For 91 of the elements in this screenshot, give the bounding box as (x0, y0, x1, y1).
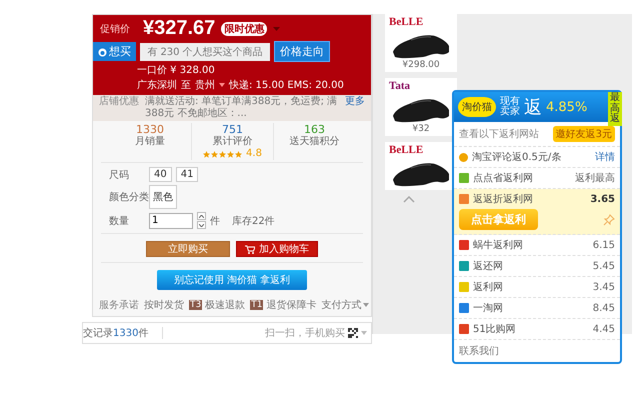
stat-value: 163 (304, 123, 325, 136)
rebate-value: 6.15 (592, 240, 615, 250)
promo-badge: 限时优惠 (221, 22, 268, 36)
size-option[interactable]: 40 (149, 167, 172, 182)
brand-logo: BeLLE (388, 16, 424, 28)
rebate-site-row[interactable]: 51比购网 4.45 (454, 319, 620, 340)
caret-icon (219, 83, 225, 87)
chevron-up-icon (403, 196, 415, 203)
pin-icon (603, 214, 615, 226)
product-card[interactable]: BeLLE ¥298.00 (385, 14, 457, 72)
site-name: 淘宝评论返0.5元/条 (472, 150, 562, 164)
rebate-rate: 4.85% (546, 100, 588, 114)
original-price: 一口价 ¥ 328.00 (137, 64, 215, 77)
color-option[interactable]: 黑色 (149, 185, 177, 210)
promo-label: 店铺优惠 (99, 96, 139, 108)
stat-label: 送天猫积分 (290, 136, 340, 148)
rebate-value: 3.45 (592, 282, 615, 292)
want-button[interactable]: 想买 (93, 42, 136, 61)
intro-text: 查看以下返利网站 (459, 128, 539, 141)
headline-text: 现有 (500, 96, 520, 106)
promo-text: 满就送活动: 单笔订单满388元，免运费; 满388元 不免邮地区：... (145, 96, 338, 120)
stat-value: 751 (222, 123, 243, 136)
qr-code-icon (348, 328, 358, 338)
rebate-site-row[interactable]: 蜗牛返利网 6.15 (454, 235, 620, 256)
rebate-value[interactable]: 详情 (595, 150, 615, 164)
rebate-value: 4.45 (592, 324, 615, 334)
more-link[interactable]: 更多 (345, 96, 365, 108)
chevron-up-icon (199, 214, 204, 218)
rebate-value: 5.45 (592, 260, 615, 272)
product-price: ¥298.00 (402, 60, 440, 70)
rebate-value: 8.45 (592, 302, 615, 314)
quantity-label: 数量 (109, 214, 130, 228)
rebate-site-row[interactable]: 返利网 3.45 (454, 277, 620, 298)
caret-icon (363, 303, 370, 308)
size-option[interactable]: 41 (176, 167, 198, 182)
site-name: 蜗牛返利网 (473, 238, 523, 252)
rebate-value: 3.65 (590, 194, 615, 204)
product-card[interactable]: Tata ¥32 (385, 78, 457, 136)
stat-value: 1330 (136, 123, 164, 136)
price-trend-button[interactable]: 价格走向 (274, 41, 330, 62)
site-name: 一淘网 (473, 302, 503, 315)
site-name: 返利网 (473, 280, 503, 294)
brand-logo: BeLLE (388, 144, 424, 156)
corner-ribbon: 最高返 (608, 92, 622, 126)
color-label: 颜色分类 (109, 190, 149, 204)
chevron-down-icon (199, 224, 204, 227)
service-text: 退货保障卡 (266, 298, 316, 312)
ship-to-word: 至 (181, 79, 191, 92)
rebate-site-row[interactable]: 返还网 5.45 (454, 256, 620, 277)
add-to-cart-button[interactable]: 加入购物车 (236, 241, 318, 258)
service-text: 按时发货 (144, 298, 184, 312)
payment-methods-link[interactable]: 支付方式 (321, 298, 362, 312)
headline-text: 卖家 (500, 107, 520, 118)
ship-to-dropdown[interactable]: 贵州 (195, 78, 215, 92)
rating-score: 4.8 (246, 148, 262, 160)
rebate-value: 返利最高 (575, 172, 615, 185)
shipping-fees: 快递: 15.00 EMS: 20.00 (229, 78, 344, 92)
stock-text: 库存22件 (232, 214, 275, 228)
caret-icon (361, 331, 367, 336)
site-name: 点点省返利网 (473, 172, 533, 185)
headline-big-text: 返 (524, 96, 542, 119)
want-count-text: 有 230 个人想买这个商品 (140, 42, 270, 60)
size-label: 尺码 (109, 168, 130, 182)
scan-text: 扫一扫，手机购买 (265, 326, 345, 340)
unit-text: 件 (210, 214, 220, 228)
site-name: 返还网 (473, 260, 503, 273)
ship-from: 广东深圳 (137, 78, 177, 92)
rebate-site-row[interactable]: 淘宝评论返0.5元/条 详情 (454, 147, 620, 168)
site-name: 51比购网 (473, 322, 516, 336)
service-text: 极速退款 (205, 298, 246, 312)
product-price: ¥32 (412, 124, 430, 134)
invite-button[interactable]: 邀好友返3元 (552, 126, 615, 142)
caret-icon (273, 26, 280, 30)
quantity-field[interactable]: 1 (149, 212, 193, 229)
brand-logo: Tata (388, 80, 410, 92)
contact-link[interactable]: 联系我们 (454, 340, 620, 362)
service-badge: T1 (250, 300, 264, 310)
service-badge: T3 (189, 300, 202, 310)
spinner-down-button[interactable] (197, 221, 206, 230)
brand-logo: 淘价猫 (458, 97, 496, 117)
sales-record-text: 交记录1330件 (83, 326, 148, 340)
rebate-site-row[interactable]: 返返折返利网 3.65 点击拿返利 (454, 189, 620, 235)
stat-label: 月销量 (135, 136, 165, 148)
rebate-site-row[interactable]: 一淘网 8.45 (454, 298, 620, 319)
spinner-up-button[interactable] (197, 212, 206, 220)
cart-icon (245, 244, 255, 254)
price: ¥327.67 (143, 17, 216, 40)
price-label: 促销价 (99, 22, 131, 36)
service-label: 服务承诺 (99, 298, 139, 312)
stat-label: 累计评价 (212, 136, 252, 148)
site-name: 返返折返利网 (473, 192, 533, 206)
